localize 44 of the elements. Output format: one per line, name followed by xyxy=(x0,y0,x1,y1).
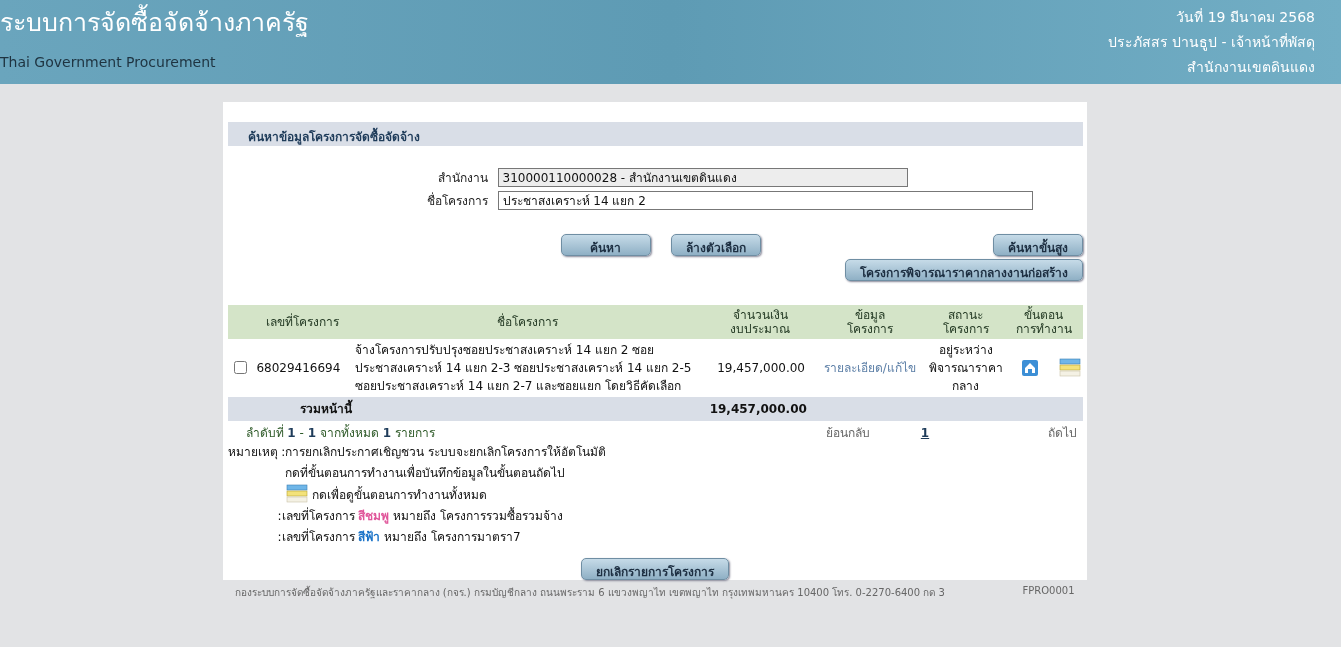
page-total-amount: 19,457,000.00 xyxy=(707,397,813,421)
workflow-icon xyxy=(285,484,308,504)
project-name: จ้างโครงการปรับปรุงซอยประชาสงเคราะห์ 14 แยก 2 ซอย ประชาสงเคราะห์ 14 แยก 2-3 ซอยประชาสงเคราะห์ 14 แยก 2-5 ซอยประชาสงเคราะห์ 14 แยก 2-7 และซอยแยก โดยวิธีคัดเลือก xyxy=(347,339,708,397)
note-label: หมายเหตุ xyxy=(227,444,279,461)
advanced-search-button[interactable]: ค้นหาขั้นสูง xyxy=(992,234,1083,256)
page-link[interactable]: 1 xyxy=(920,425,930,440)
record-summary: ลำดับที่ 1 - 1 จากทั้งหมด 1 รายการ xyxy=(244,423,436,442)
section-heading: ค้นหาข้อมูลโครงการจัดซื้อจัดจ้าง xyxy=(227,122,1083,146)
search-button[interactable]: ค้นหา xyxy=(560,234,651,256)
note-text: :เลขที่โครงการ สีฟ้า หมายถึง โครงการมาตรา7 xyxy=(276,527,522,546)
app-subtitle: Thai Government Procurement xyxy=(0,54,217,70)
note-text: กดเพื่อดูขั้นตอนการทำงานทั้งหมด xyxy=(311,485,487,504)
page-code: FPRO0001 xyxy=(1022,585,1075,598)
office-name: สำนักงานเขตดินแดง xyxy=(1187,58,1315,77)
column-header: จำนวนเงิน งบประมาณ xyxy=(707,305,813,339)
input-field[interactable]: ประชาสงเคราะห์ 14 แยก 2 xyxy=(497,191,1033,210)
field-label: สำนักงาน xyxy=(436,170,489,187)
project-status: อยู่ระหว่าง พิจารณาราคา กลาง xyxy=(926,339,1006,397)
note-text: :เลขที่โครงการ สีชมพู หมายถึง โครงการรวมซื้อรวมจ้าง xyxy=(276,506,564,525)
app-title: ระบบการจัดซื้อจัดจ้างภาครัฐ xyxy=(0,2,309,42)
column-header: ข้อมูล โครงการ xyxy=(813,305,927,339)
footer-text: กองระบบการจัดซื้อจัดจ้างภาครัฐและราคากลาง (กจร.) กรมบัญชีกลาง ถนนพระราม 6 แขวงพญาไท เขตพญาไท กรุงเทพมหานคร 10400 โทร. 0-2270-6400 กด 3 xyxy=(234,585,945,600)
construction-price-button[interactable]: โครงการพิจารณาราคากลางงานก่อสร้าง xyxy=(844,259,1083,281)
date-text: วันที่ 19 มีนาคม 2568 xyxy=(1176,7,1315,27)
cancel-project-button[interactable]: ยกเลิกรายการโครงการ xyxy=(581,558,729,580)
clear-button[interactable]: ล้างตัวเลือก xyxy=(670,234,761,256)
note-text: :การยกเลิกประกาศเชิญชวน ระบบจะยกเลิกโครงการให้อัตโนมัติ xyxy=(281,444,607,461)
workflow-icon[interactable] xyxy=(1058,358,1081,378)
input-field[interactable]: 310000110000028 - สำนักงานเขตดินแดง xyxy=(497,168,908,187)
project-number: 68029416694 xyxy=(249,339,348,397)
details-edit-link[interactable]: รายละเอียด/แก้ไข xyxy=(823,361,916,375)
note-text: กดที่ขั้นตอนการทำงานเพื่อบันทึกข้อมูลในขั้นตอนถัดไป xyxy=(283,463,566,482)
next-link[interactable]: ถัดไป xyxy=(962,423,1083,442)
user-name: ประภัสสร ปานธูป - เจ้าหน้าที่พัสดุ xyxy=(1107,32,1315,53)
column-header: ขั้นตอน การทำงาน xyxy=(1005,305,1083,339)
column-header: สถานะ โครงการ xyxy=(926,305,1006,339)
budget-amount: 19,457,000.00 xyxy=(707,339,813,397)
previous-link[interactable]: ย้อนกลับ xyxy=(807,423,888,442)
field-label: ชื่อโครงการ xyxy=(425,191,489,210)
house-icon[interactable] xyxy=(1021,359,1040,377)
page-total-label: รวมหน้านี้ xyxy=(249,397,708,421)
row-checkbox[interactable] xyxy=(233,360,247,374)
column-header: เลขที่โครงการ xyxy=(249,305,348,339)
column-header: ชื่อโครงการ xyxy=(347,305,708,339)
